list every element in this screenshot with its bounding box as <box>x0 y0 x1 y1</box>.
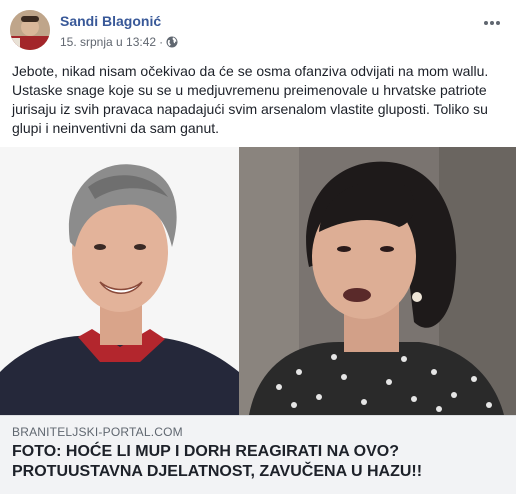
post-body-line: jurisaju iz svih pravaca napadajući svim… <box>12 101 488 117</box>
post-meta: 15. srpnja u 13:42 · <box>60 35 178 49</box>
post-body: Jebote, nikad nisam očekivao da će se os… <box>12 62 508 138</box>
link-domain: BRANITELJSKI-PORTAL.COM <box>12 425 183 439</box>
link-headline[interactable]: FOTO: HOĆE LI MUP I DORH REAGIRATI NA OV… <box>12 442 502 482</box>
post-header: Sandi Blagonić 15. srpnja u 13:42 · <box>10 10 506 54</box>
link-headline-line: PROTUUSTAVNA DJELATNOST, ZAVUČENA U HAZU… <box>12 463 423 480</box>
link-preview-image[interactable] <box>0 147 516 415</box>
author-avatar[interactable] <box>10 10 50 50</box>
link-preview-caption[interactable]: BRANITELJSKI-PORTAL.COM FOTO: HOĆE LI MU… <box>0 415 516 494</box>
photo-woman <box>239 147 516 415</box>
facebook-post: Sandi Blagonić 15. srpnja u 13:42 · Jebo… <box>0 0 516 494</box>
author-name[interactable]: Sandi Blagonić <box>60 13 161 29</box>
meta-separator: · <box>159 35 164 49</box>
post-body-line: Ustaske snage koje su se u medjuvremenu … <box>12 82 487 98</box>
post-body-line: glupi i neinventivni da sam ganut. <box>12 120 220 136</box>
photo-man <box>0 147 239 415</box>
link-headline-line: FOTO: HOĆE LI MUP I DORH REAGIRATI NA OV… <box>12 443 399 460</box>
more-horizontal-icon[interactable] <box>482 16 502 28</box>
globe-icon[interactable] <box>166 36 178 48</box>
post-timestamp[interactable]: 15. srpnja u 13:42 <box>60 35 156 49</box>
post-body-line: Jebote, nikad nisam očekivao da će se os… <box>12 63 489 79</box>
